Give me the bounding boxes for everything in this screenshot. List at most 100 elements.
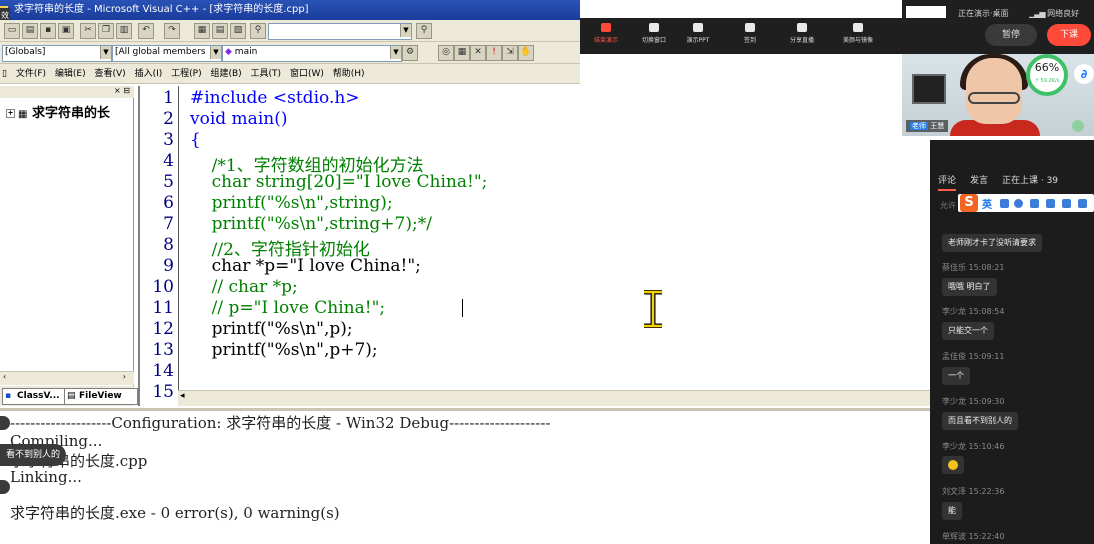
floating-danmaku: 看不到别人的 <box>0 444 67 466</box>
code-line: { <box>190 130 201 150</box>
workspace-toggle-icon[interactable]: ▦ <box>194 23 210 39</box>
message-bubble: 老师刚才卡了没听清要求 <box>942 234 1042 252</box>
line-number: 8 <box>163 235 174 255</box>
message-bubble: 只能交一个 <box>942 322 994 340</box>
line-number: 14 <box>152 361 174 381</box>
chevron-down-icon[interactable]: ▼ <box>400 24 411 37</box>
line-number: 13 <box>152 340 174 360</box>
menu-help[interactable]: 帮助(H) <box>333 64 365 84</box>
chevron-down-icon[interactable]: ▼ <box>210 46 221 59</box>
new-file-icon[interactable]: ▭ <box>4 23 20 39</box>
ibeam-cursor-icon <box>644 290 662 328</box>
find-icon[interactable]: ⚲ <box>416 23 432 39</box>
skin-icon[interactable] <box>1078 199 1087 208</box>
pause-button[interactable]: 暂停 <box>985 24 1037 46</box>
app-logo-icon[interactable]: ∂ <box>1074 64 1094 84</box>
menu-edit[interactable]: 编辑(E) <box>55 64 86 84</box>
stop-presenting-button[interactable]: 结束演示 <box>580 21 632 44</box>
copy-icon[interactable]: ❐ <box>98 23 114 39</box>
line-number: 10 <box>152 277 174 297</box>
webcam-background-picture <box>912 74 946 104</box>
workspace-panel <box>0 86 134 406</box>
class-combo[interactable]: [Globals] ▼ <box>2 45 112 62</box>
present-ppt-button[interactable]: 演示PPT <box>672 21 724 44</box>
window-list-icon[interactable]: ▧ <box>230 23 246 39</box>
output-toggle-icon[interactable]: ▤ <box>212 23 228 39</box>
line-number: 5 <box>163 172 174 192</box>
beauty-mirror-button[interactable]: 美颜与镜像 <box>832 21 884 44</box>
function-combo[interactable]: ◆ main ▼ <box>222 45 402 62</box>
tab-in-class[interactable]: 正在上课 · 39 <box>1002 172 1058 190</box>
find-in-files-icon[interactable]: ⚲ <box>250 23 266 39</box>
scroll-right-icon[interactable]: › <box>123 372 126 381</box>
performance-gauge[interactable]: 66% ↑ 59.2K/s <box>1026 54 1068 96</box>
workspace-hscrollbar[interactable]: ‹ › <box>0 371 134 385</box>
line-number: 3 <box>163 130 174 150</box>
stop-build-icon[interactable]: ✕ <box>470 45 486 61</box>
go-icon[interactable]: ⇲ <box>502 45 518 61</box>
code-line: char string[20]="I love China!"; <box>190 172 488 192</box>
message-author: 蔡佳乐 15:08:21 <box>942 263 1005 272</box>
line-number: 1 <box>163 88 174 108</box>
chat-partial-name: 允许 <box>940 201 956 210</box>
punctuation-icon[interactable] <box>1000 199 1009 208</box>
wizard-action-icon[interactable]: ⚙ <box>402 45 418 61</box>
window-icon <box>649 23 659 32</box>
message-author: 李少龙 15:09:30 <box>942 397 1005 406</box>
save-all-icon[interactable]: ▣ <box>58 23 74 39</box>
tab-comments[interactable]: 评论 <box>938 172 956 190</box>
undo-icon[interactable]: ↶ <box>138 23 154 39</box>
ime-language[interactable]: 英 <box>982 196 992 211</box>
share-live-button[interactable]: 分享直播 <box>776 21 828 44</box>
window-title-bar: 求字符串的长度 - Microsoft Visual C++ - [求字符串的长… <box>0 0 580 20</box>
screen-icon <box>601 23 611 32</box>
message-author: 刘文泽 15:22:36 <box>942 487 1005 496</box>
editor-hscrollbar[interactable]: ◂ <box>178 390 930 406</box>
save-icon[interactable]: ▪ <box>40 23 56 39</box>
message-author: 孟佳俊 15:09:11 <box>942 352 1005 361</box>
breakpoint-icon[interactable]: ✋ <box>518 45 534 61</box>
menu-project[interactable]: 工程(P) <box>171 64 201 84</box>
keyboard-icon[interactable] <box>1046 199 1055 208</box>
cut-icon[interactable]: ✂ <box>80 23 96 39</box>
menu-window[interactable]: 窗口(W) <box>290 64 324 84</box>
ime-toolbar[interactable] <box>958 194 1094 212</box>
open-folder-icon[interactable]: ▤ <box>22 23 38 39</box>
end-class-button[interactable]: 下课 <box>1047 24 1091 46</box>
menu-insert[interactable]: 插入(I) <box>135 64 163 84</box>
tree-item-project[interactable]: + ▦ 求字符串的长 <box>6 102 134 121</box>
menu-tools[interactable]: 工具(T) <box>251 64 282 84</box>
message-bubble: 能 <box>942 502 962 520</box>
members-combo[interactable]: [All global members ▼ <box>112 45 222 62</box>
mic-icon[interactable] <box>1030 199 1039 208</box>
build-icon[interactable]: ▦ <box>454 45 470 61</box>
line-number: 2 <box>163 109 174 129</box>
emoji-icon[interactable] <box>1014 199 1023 208</box>
toolbox-icon[interactable] <box>1062 199 1071 208</box>
sogou-ime-icon[interactable]: S <box>960 194 978 212</box>
redo-icon[interactable]: ↷ <box>164 23 180 39</box>
wizard-bar: [Globals] ▼ [All global members ▼ ◆ main… <box>0 42 580 64</box>
message-author: 单辉波 15:22:40 <box>942 532 1005 541</box>
menu-view[interactable]: 查看(V) <box>95 64 126 84</box>
scroll-left-icon[interactable]: ‹ <box>3 372 6 381</box>
scroll-left-icon[interactable]: ◂ <box>180 391 185 401</box>
execute-icon[interactable]: ! <box>486 45 502 61</box>
paste-icon[interactable]: ▥ <box>116 23 132 39</box>
chevron-down-icon[interactable]: ▼ <box>390 46 401 59</box>
close-icon[interactable]: × ⊟ <box>114 86 130 95</box>
expand-icon[interactable]: + <box>6 109 15 118</box>
find-combo[interactable]: ▼ <box>268 23 412 40</box>
compile-icon[interactable]: ◎ <box>438 45 454 61</box>
message-bubble: 而且看不到别人的 <box>942 412 1018 430</box>
line-number: 12 <box>152 319 174 339</box>
chevron-down-icon[interactable]: ▼ <box>100 46 111 59</box>
tab-speak[interactable]: 发言 <box>970 172 988 190</box>
text-caret <box>462 299 463 317</box>
sign-in-button[interactable]: 签到 <box>724 21 776 44</box>
menu-build[interactable]: 组建(B) <box>210 64 241 84</box>
line-number: 7 <box>163 214 174 234</box>
menu-file[interactable]: 文件(F) <box>16 64 46 84</box>
code-line: #include <stdio.h> <box>190 88 360 108</box>
tab-fileview[interactable]: ▤ FileView <box>64 388 138 405</box>
